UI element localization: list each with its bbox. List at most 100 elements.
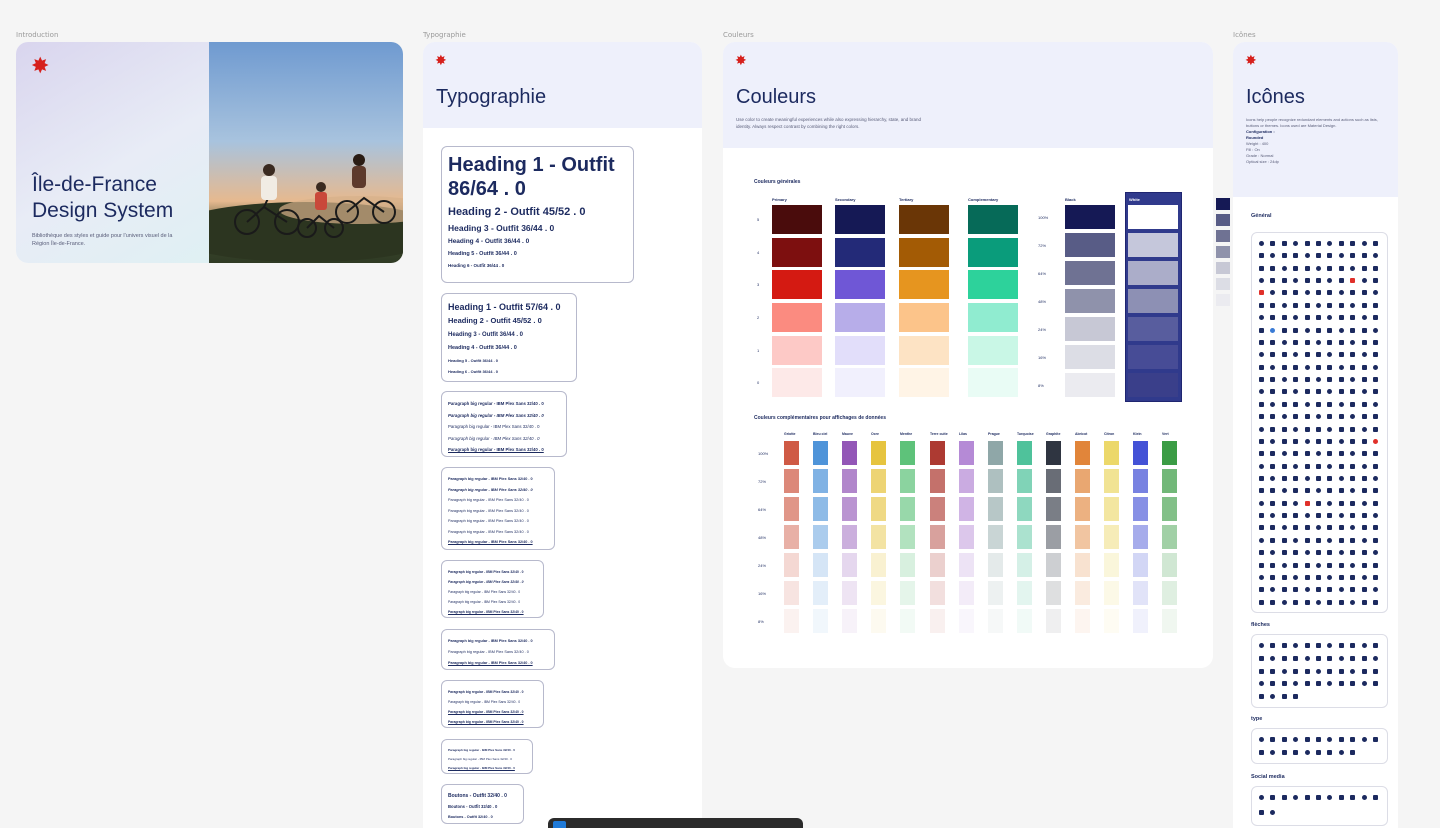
material-icon[interactable] (1373, 737, 1378, 742)
material-icon[interactable] (1338, 352, 1344, 358)
material-icon[interactable] (1316, 795, 1321, 800)
material-icon[interactable] (1327, 562, 1333, 568)
material-icon[interactable] (1293, 426, 1299, 432)
material-icon[interactable] (1281, 525, 1287, 531)
material-icon[interactable] (1316, 587, 1321, 593)
material-icon[interactable] (1293, 364, 1299, 370)
material-icon[interactable] (1327, 500, 1333, 506)
material-icon[interactable] (1281, 438, 1287, 444)
data-color-swatch[interactable] (930, 609, 945, 633)
data-color-swatch[interactable] (1104, 497, 1119, 521)
material-icon[interactable] (1259, 339, 1264, 345)
material-icon[interactable] (1270, 389, 1276, 395)
material-icon[interactable] (1327, 278, 1333, 284)
material-icon[interactable] (1316, 643, 1321, 648)
material-icon[interactable] (1293, 550, 1299, 556)
data-color-swatch[interactable] (959, 609, 974, 633)
material-icon[interactable] (1316, 364, 1321, 370)
material-icon[interactable] (1259, 327, 1264, 333)
material-icon[interactable] (1293, 537, 1299, 543)
material-icon[interactable] (1338, 587, 1344, 593)
swatch-complementary[interactable] (968, 205, 1018, 234)
swatch-black[interactable] (1065, 289, 1115, 313)
data-color-swatch[interactable] (1075, 469, 1090, 493)
data-color-swatch[interactable] (1017, 469, 1032, 493)
material-icon[interactable] (1338, 681, 1344, 687)
material-icon[interactable] (1259, 414, 1264, 420)
data-color-swatch[interactable] (900, 525, 915, 549)
button-styles[interactable]: Boutons - Outfit 32/40 . 0 Boutons - Out… (441, 784, 524, 824)
material-icon[interactable] (1338, 426, 1344, 432)
material-icon[interactable] (1304, 655, 1310, 661)
material-icon[interactable] (1259, 574, 1264, 580)
material-icon[interactable] (1316, 414, 1321, 420)
data-color-swatch[interactable] (1017, 525, 1032, 549)
material-icon[interactable] (1373, 525, 1378, 531)
material-icon[interactable] (1259, 810, 1264, 815)
data-color-swatch[interactable] (959, 581, 974, 605)
material-icon[interactable] (1293, 500, 1299, 506)
icons-frame[interactable]: ✸ Icônes Icons help people recognize red… (1233, 42, 1398, 828)
material-icon[interactable] (1293, 587, 1299, 593)
material-icon[interactable] (1259, 463, 1264, 469)
material-icon[interactable] (1338, 513, 1344, 519)
material-icon[interactable] (1293, 302, 1299, 308)
swatch-white[interactable] (1128, 345, 1178, 369)
material-icon[interactable] (1281, 737, 1287, 742)
material-icon[interactable] (1270, 525, 1276, 531)
material-icon[interactable] (1259, 694, 1264, 700)
material-icon[interactable] (1304, 414, 1310, 420)
material-icon[interactable] (1361, 668, 1367, 674)
swatch-tertiary[interactable] (899, 303, 949, 332)
material-icon[interactable] (1304, 364, 1310, 370)
material-icon[interactable] (1361, 562, 1367, 568)
material-icon[interactable] (1281, 562, 1287, 568)
data-color-swatch[interactable] (1046, 609, 1061, 633)
material-icon[interactable] (1270, 475, 1276, 481)
data-color-swatch[interactable] (1133, 469, 1148, 493)
material-icon[interactable] (1293, 438, 1299, 444)
material-icon[interactable] (1304, 574, 1310, 580)
data-color-swatch[interactable] (1075, 525, 1090, 549)
material-icon[interactable] (1270, 426, 1276, 432)
heading-styles-large[interactable]: Heading 1 - Outfit 86/64 . 0 Heading 2 -… (441, 146, 634, 283)
material-icon[interactable] (1327, 401, 1333, 407)
material-icon[interactable] (1281, 241, 1287, 246)
swatch-secondary[interactable] (835, 303, 885, 332)
material-icon[interactable] (1304, 681, 1310, 687)
material-icon[interactable] (1361, 241, 1367, 246)
swatch-secondary[interactable] (835, 205, 885, 234)
data-color-swatch[interactable] (1162, 441, 1177, 465)
icon-grid[interactable] (1251, 232, 1388, 613)
material-icon[interactable] (1361, 737, 1367, 742)
material-icon[interactable] (1281, 389, 1287, 395)
material-icon[interactable] (1259, 451, 1264, 457)
material-icon[interactable] (1281, 327, 1287, 333)
material-icon[interactable] (1373, 655, 1378, 661)
material-icon[interactable] (1304, 500, 1310, 506)
material-icon[interactable] (1350, 265, 1356, 271)
swatch-tertiary[interactable] (899, 205, 949, 234)
material-icon[interactable] (1316, 315, 1321, 321)
data-color-swatch[interactable] (784, 581, 799, 605)
material-icon[interactable] (1304, 668, 1310, 674)
swatch-white[interactable] (1128, 289, 1178, 313)
material-icon[interactable] (1316, 377, 1321, 383)
material-icon[interactable] (1293, 574, 1299, 580)
material-icon[interactable] (1259, 315, 1264, 321)
material-icon[interactable] (1259, 750, 1264, 755)
material-icon[interactable] (1304, 513, 1310, 519)
material-icon[interactable] (1293, 694, 1299, 700)
material-icon[interactable] (1338, 463, 1344, 469)
material-icon[interactable] (1293, 377, 1299, 383)
material-icon[interactable] (1338, 265, 1344, 271)
data-color-swatch[interactable] (1104, 469, 1119, 493)
material-icon[interactable] (1316, 750, 1321, 755)
icon-grid[interactable] (1251, 786, 1388, 826)
material-icon[interactable] (1281, 795, 1287, 800)
material-icon[interactable] (1316, 302, 1321, 308)
material-icon[interactable] (1361, 587, 1367, 593)
swatch-tertiary[interactable] (899, 270, 949, 299)
material-icon[interactable] (1304, 426, 1310, 432)
material-icon[interactable] (1338, 253, 1344, 259)
